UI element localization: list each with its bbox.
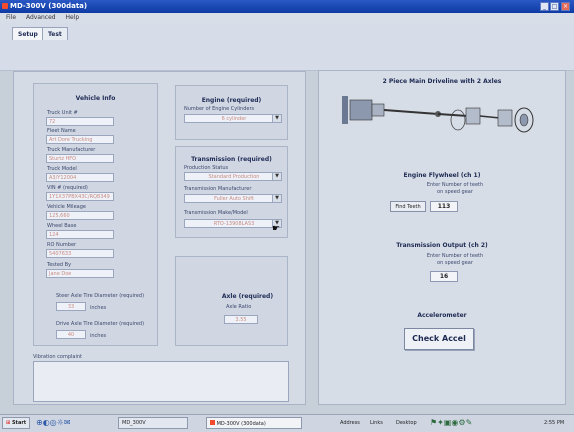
transmission-model-value: RTO-13908LAS3 bbox=[213, 221, 255, 227]
production-status-dropdown[interactable]: Standard Production ▼ bbox=[184, 172, 282, 181]
steer-axle-label: Steer Axle Tire Diameter (required) bbox=[56, 293, 145, 299]
axle-group bbox=[175, 256, 288, 346]
vehicle-mileage-label: Vehicle Mileage bbox=[47, 204, 86, 210]
truck-unit-label: Truck Unit # bbox=[47, 110, 78, 116]
chevron-down-icon[interactable]: ▼ bbox=[272, 173, 281, 180]
chevron-down-icon[interactable]: ▼ bbox=[272, 115, 281, 122]
transmission-manufacturer-value: Fuller Auto Shift bbox=[214, 196, 254, 202]
engine-group bbox=[175, 85, 288, 140]
production-status-value: Standard Production bbox=[208, 174, 260, 180]
find-teeth-button[interactable]: Find Teeth bbox=[390, 201, 426, 212]
start-button[interactable]: ⊞ Start bbox=[2, 417, 31, 429]
quick-launch-icons[interactable]: ⊕◐◎☼✉ bbox=[36, 417, 114, 429]
wheel-base-label: Wheel Base bbox=[47, 223, 77, 229]
axle-ratio-input[interactable]: 3.55 bbox=[224, 315, 258, 324]
menu-help[interactable]: Help bbox=[66, 14, 80, 21]
output-hint-line-1: Enter Number of teeth bbox=[426, 253, 484, 259]
drive-axle-unit: inches bbox=[90, 333, 107, 339]
vibration-complaint-label: Vibration complaint bbox=[33, 354, 82, 360]
menu-file[interactable]: File bbox=[6, 14, 16, 21]
tab-test[interactable]: Test bbox=[42, 27, 68, 40]
close-button[interactable]: × bbox=[561, 2, 570, 11]
menu-advanced[interactable]: Advanced bbox=[26, 14, 56, 21]
flywheel-title: Engine Flywheel (ch 1) bbox=[403, 172, 481, 179]
engine-cylinders-value: 6 cylinder bbox=[221, 116, 247, 122]
transmission-header: Transmission (required) bbox=[191, 156, 272, 163]
axle-ratio-label: Axle Ratio bbox=[226, 304, 252, 310]
ro-number-label: RO Number bbox=[47, 242, 77, 248]
check-accel-button[interactable]: Check Accel bbox=[404, 328, 474, 350]
steer-axle-unit: inches bbox=[90, 305, 107, 311]
minimize-button[interactable]: _ bbox=[540, 2, 549, 11]
transmission-manufacturer-dropdown[interactable]: Fuller Auto Shift ▼ bbox=[184, 194, 282, 203]
truck-manufacturer-input[interactable]: Sturtz HFO bbox=[46, 154, 114, 163]
vin-label: VIN # (required) bbox=[47, 185, 88, 191]
transmission-model-label: Transmission Make/Model bbox=[184, 210, 248, 216]
title-bar: MD-300V (300data) bbox=[0, 0, 574, 13]
driveline-diagram bbox=[342, 96, 534, 133]
tested-by-input[interactable]: Jane Doe bbox=[46, 269, 114, 278]
axle-header: Axle (required) bbox=[221, 293, 274, 300]
menu-bar: File Advanced Help bbox=[0, 13, 574, 23]
flywheel-teeth-input[interactable]: 113 bbox=[430, 201, 458, 212]
driveline-title: 2 Piece Main Driveline with 2 Axles bbox=[382, 78, 502, 85]
window-title: MD-300V (300data) bbox=[10, 2, 88, 10]
engine-cylinders-dropdown[interactable]: 6 cylinder ▼ bbox=[184, 114, 282, 123]
steer-axle-input[interactable]: 33 bbox=[56, 302, 86, 311]
address-toolbar-label[interactable]: Address bbox=[340, 420, 360, 426]
tab-setup[interactable]: Setup bbox=[12, 27, 44, 40]
transmission-model-dropdown[interactable]: RTO-13908LAS3 ▼ bbox=[184, 219, 282, 228]
output-title: Transmission Output (ch 2) bbox=[396, 242, 488, 249]
transmission-manufacturer-label: Transmission Manufacturer bbox=[184, 186, 252, 192]
app-icon bbox=[210, 420, 215, 425]
vibration-complaint-textarea[interactable] bbox=[33, 361, 289, 402]
fleet-name-input[interactable]: Art Dore Trucking bbox=[46, 135, 114, 144]
output-teeth-input[interactable]: 16 bbox=[430, 271, 458, 282]
vin-input[interactable]: 1Y1X37PBX43C/RQ8349 bbox=[46, 192, 114, 201]
start-label: Start bbox=[11, 420, 27, 426]
truck-model-label: Truck Model bbox=[47, 166, 77, 172]
vehicle-mileage-input[interactable]: 125,660 bbox=[46, 211, 114, 220]
windows-logo-icon: ⊞ bbox=[6, 420, 11, 426]
flywheel-hint-line-1: Enter Number of teeth bbox=[426, 182, 484, 188]
taskbar-item-md300v-300data[interactable]: MD-300V (300data) bbox=[206, 417, 302, 429]
accelerometer-title: Accelerometer bbox=[417, 312, 467, 319]
truck-manufacturer-label: Truck Manufacturer bbox=[47, 147, 96, 153]
taskbar-item-label: MD-300V (300data) bbox=[216, 421, 266, 427]
engine-header: Engine (required) bbox=[201, 97, 262, 104]
drive-axle-input[interactable]: 40 bbox=[56, 330, 86, 339]
production-status-label: Production Status bbox=[184, 165, 229, 171]
wheel-base-input[interactable]: 124 bbox=[46, 230, 114, 239]
fleet-name-label: Fleet Name bbox=[47, 128, 76, 134]
clock: 2:55 PM bbox=[544, 420, 565, 426]
desktop-toolbar-label[interactable]: Desktop bbox=[396, 420, 417, 426]
ro-number-input[interactable]: 5407633 bbox=[46, 249, 114, 258]
maximize-button[interactable]: □ bbox=[550, 2, 559, 11]
links-toolbar-label[interactable]: Links bbox=[370, 420, 383, 426]
tab-strip bbox=[0, 23, 574, 71]
mouse-cursor-icon: ☛ bbox=[272, 224, 281, 234]
flywheel-hint-line-2: on speed gear bbox=[437, 189, 473, 195]
app-icon bbox=[2, 3, 8, 9]
system-tray-icons[interactable]: ⚑✦▣◉⚙✎ bbox=[430, 417, 538, 429]
truck-model-input[interactable]: A3/Y12004 bbox=[46, 173, 114, 182]
vehicle-info-header: Vehicle Info bbox=[75, 95, 116, 102]
taskbar-item-md300v[interactable]: MD_300V bbox=[118, 417, 188, 429]
chevron-down-icon[interactable]: ▼ bbox=[272, 195, 281, 202]
output-hint-line-2: on speed gear bbox=[437, 260, 473, 266]
truck-unit-input[interactable]: 72 bbox=[46, 117, 114, 126]
engine-cylinders-label: Number of Engine Cylinders bbox=[184, 106, 255, 112]
tested-by-label: Tested By bbox=[47, 262, 72, 268]
drive-axle-label: Drive Axle Tire Diameter (required) bbox=[56, 321, 145, 327]
